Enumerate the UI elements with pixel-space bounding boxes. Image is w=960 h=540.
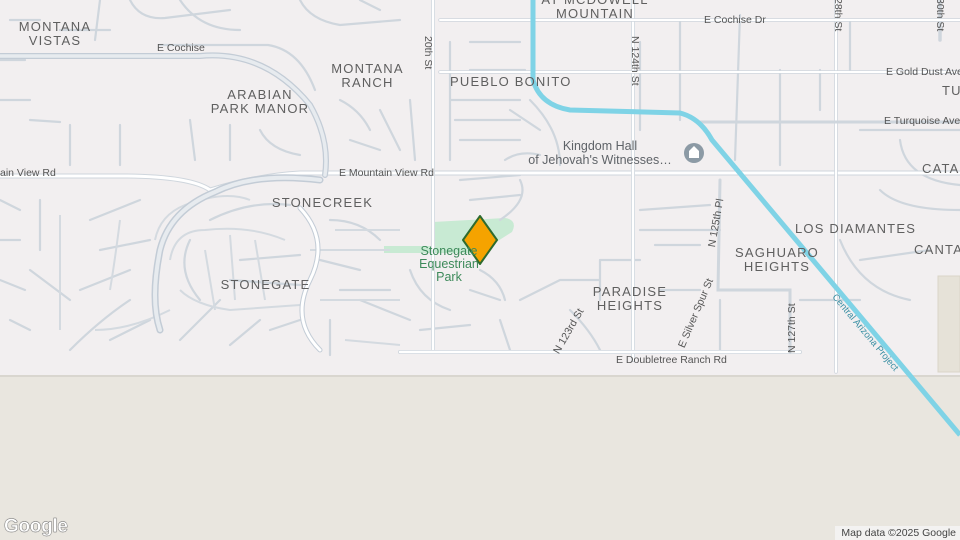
- road-label-128th: 28th St: [832, 0, 844, 32]
- road-label-gold-dust: E Gold Dust Ave: [886, 66, 960, 78]
- area-label-canta: CANTA: [914, 242, 960, 257]
- park-label-stonegate-equestrian[interactable]: Stonegate Equestrian Park: [407, 245, 491, 284]
- area-label-paradise-heights: PARADISE HEIGHTS: [592, 284, 668, 313]
- road-label-mountain-view: E Mountain View Rd: [339, 167, 434, 179]
- area-label-saghuaro-heights: SAGHUARO HEIGHTS: [734, 245, 819, 274]
- road-label-doubletree: E Doubletree Ranch Rd: [616, 354, 727, 366]
- area-label-stonegate: STONEGATE: [220, 277, 311, 292]
- area-label-tu: TU: [942, 83, 960, 98]
- area-label-los-diamantes: LOS DIAMANTES: [795, 221, 917, 236]
- area-label-cata: CATA: [922, 161, 960, 176]
- area-label-mcdowell-mountain: AT MCDOWELL MOUNTAIN: [541, 0, 647, 21]
- road-label-e-cochise-dr: E Cochise Dr: [704, 14, 766, 26]
- road-label-120th: 20th St: [422, 36, 434, 70]
- road-label-130th: 30th St: [934, 0, 946, 32]
- major-roads: [0, 0, 960, 374]
- place-of-worship-icon: [684, 143, 704, 163]
- map-canvas[interactable]: MONTANA VISTAS AT MCDOWELL MOUNTAIN MONT…: [0, 0, 960, 540]
- google-logo: Google: [4, 516, 68, 537]
- road-label-e-cochise: E Cochise: [157, 42, 205, 54]
- road-label-turquoise: E Turquoise Ave: [884, 115, 960, 127]
- area-label-arabian-park-manor: ARABIAN PARK MANOR: [210, 87, 310, 116]
- road-label-124th: N 124th St: [629, 36, 641, 86]
- desert-area: [0, 376, 960, 540]
- area-label-montana-vistas: MONTANA VISTAS: [18, 19, 92, 48]
- road-label-127th: N 127th St: [786, 303, 798, 353]
- area-label-montana-ranch: MONTANA RANCH: [331, 61, 404, 90]
- road-label-mountain-view-left: ain View Rd: [0, 167, 56, 179]
- area-label-pueblo-bonito: PUEBLO BONITO: [450, 74, 572, 89]
- map-attribution[interactable]: Map data ©2025 Google: [835, 526, 960, 540]
- area-label-stonecreek: STONECREEK: [271, 195, 374, 210]
- poi-label-kingdom-hall[interactable]: Kingdom Hall of Jehovah's Witnesses…: [520, 139, 680, 167]
